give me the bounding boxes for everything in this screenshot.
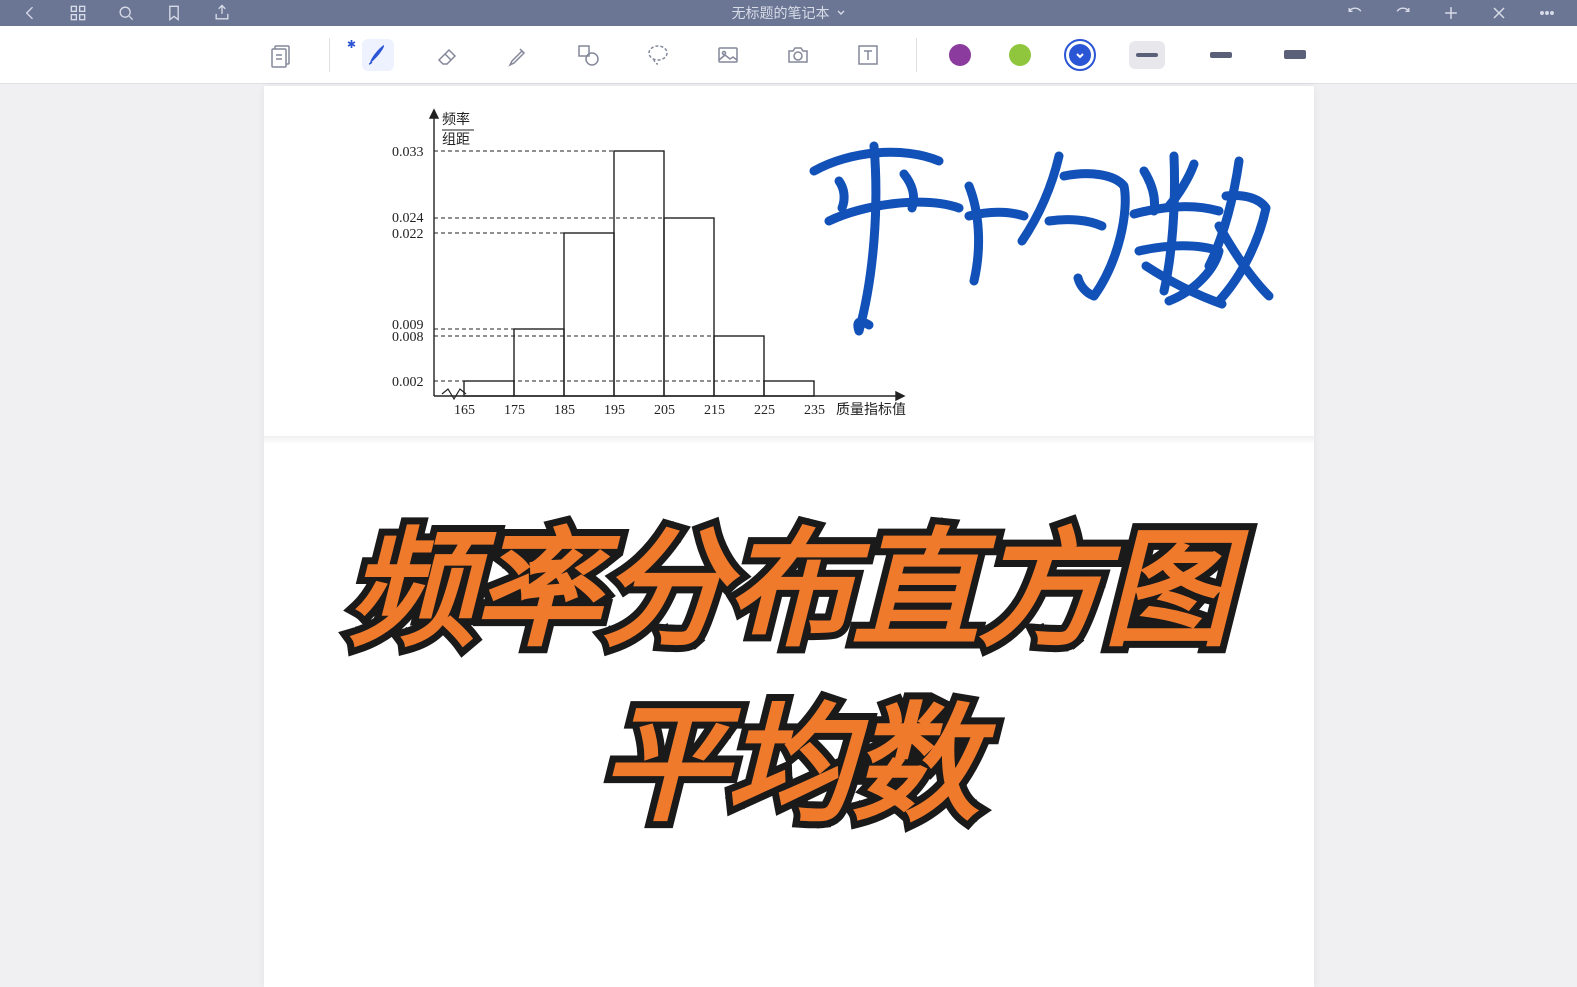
add-icon[interactable]	[1441, 3, 1461, 23]
x-tick: 235	[804, 403, 825, 418]
search-icon[interactable]	[116, 3, 136, 23]
more-icon[interactable]	[1537, 3, 1557, 23]
grid-icon[interactable]	[68, 3, 88, 23]
chevron-down-icon	[1074, 49, 1086, 61]
y-axis-label-top: 频率	[442, 111, 470, 128]
page-divider	[264, 436, 1314, 444]
stroke-width-medium[interactable]	[1203, 41, 1239, 69]
chevron-down-icon	[836, 8, 846, 18]
editor-toolbar: ✱	[0, 26, 1577, 84]
undo-icon[interactable]	[1345, 3, 1365, 23]
shape-tool-icon[interactable]	[572, 39, 604, 71]
y-tick: 0.009	[392, 318, 424, 333]
back-icon[interactable]	[20, 3, 40, 23]
divider	[916, 38, 917, 72]
stroke-width-thin[interactable]	[1129, 41, 1165, 69]
poster-line-1: 频率分布直方图	[347, 486, 1229, 671]
x-tick: 195	[604, 403, 625, 418]
x-tick: 175	[504, 403, 525, 418]
redo-icon[interactable]	[1393, 3, 1413, 23]
poster-line-2: 平均数	[599, 661, 977, 846]
canvas-area: 0.002 0.008 0.009 0.022 0.024 0.033	[0, 84, 1577, 987]
text-tool-icon[interactable]	[852, 39, 884, 71]
x-tick: 185	[554, 403, 575, 418]
title-text: 无标题的笔记本	[732, 3, 830, 23]
app-top-bar: 无标题的笔记本	[0, 0, 1577, 26]
handwriting-annotation	[774, 116, 1274, 336]
color-blue[interactable]	[1069, 44, 1091, 66]
y-tick: 0.033	[392, 145, 424, 160]
notebook-page[interactable]: 0.002 0.008 0.009 0.022 0.024 0.033	[264, 86, 1314, 987]
x-tick: 215	[704, 403, 725, 418]
bookmark-icon[interactable]	[164, 3, 184, 23]
divider	[329, 38, 330, 72]
poster-title: 频率分布直方图 平均数	[347, 486, 1229, 846]
lasso-tool-icon[interactable]	[642, 39, 674, 71]
y-tick: 0.002	[392, 375, 424, 390]
share-icon[interactable]	[212, 3, 232, 23]
pen-tool-icon[interactable]: ✱	[362, 39, 394, 71]
highlighter-tool-icon[interactable]	[502, 39, 534, 71]
x-tick: 225	[754, 403, 775, 418]
bluetooth-icon: ✱	[347, 38, 356, 51]
color-purple[interactable]	[949, 44, 971, 66]
y-axis-label-bottom: 组距	[442, 132, 470, 148]
x-tick: 165	[454, 403, 475, 418]
image-tool-icon[interactable]	[712, 39, 744, 71]
color-green[interactable]	[1009, 44, 1031, 66]
x-axis-label: 质量指标值	[836, 402, 906, 418]
y-tick: 0.022	[392, 227, 424, 242]
camera-tool-icon[interactable]	[782, 39, 814, 71]
close-icon[interactable]	[1489, 3, 1509, 23]
document-title[interactable]: 无标题的笔记本	[732, 3, 846, 23]
read-mode-icon[interactable]	[265, 39, 297, 71]
y-tick: 0.024	[392, 211, 424, 226]
eraser-tool-icon[interactable]	[432, 39, 464, 71]
x-tick: 205	[654, 403, 675, 418]
stroke-width-thick[interactable]	[1277, 41, 1313, 69]
